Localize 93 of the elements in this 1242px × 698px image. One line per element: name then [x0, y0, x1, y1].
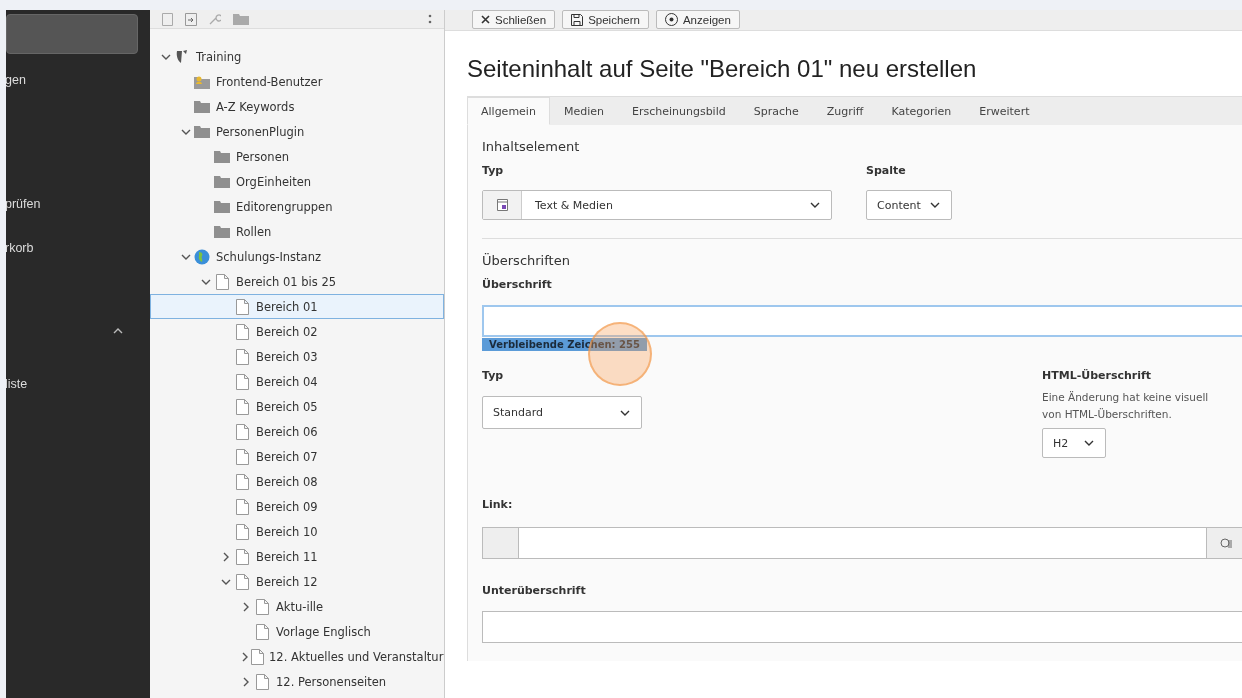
field-label: Typ	[482, 369, 505, 382]
tree-item[interactable]: Bereich 03	[150, 344, 444, 369]
tree-item[interactable]: Bereich 08	[150, 469, 444, 494]
page-icon	[255, 623, 269, 640]
user-folder-icon	[194, 74, 210, 89]
section-heading: Inhaltselement	[482, 139, 581, 154]
tree-item[interactable]: Bereich 09	[150, 494, 444, 519]
page-icon	[235, 473, 249, 490]
page-icon	[235, 323, 249, 340]
page-icon	[215, 273, 229, 290]
character-counter: Verbleibende Zeichen: 255	[482, 338, 647, 351]
field-label: Unterüberschrift	[482, 584, 587, 597]
tree-item[interactable]: OrgEinheiten	[150, 169, 444, 194]
tree-item[interactable]: 12. Aktuelles und Veranstaltur	[150, 644, 444, 669]
folder-icon	[194, 100, 210, 113]
page-icon	[235, 448, 249, 465]
page-icon	[235, 548, 249, 565]
tab[interactable]: Sprache	[739, 97, 813, 125]
page-title: Seiteninhalt auf Seite "Bereich 01" neu erstellen	[467, 55, 978, 83]
tree-item[interactable]: Schulungs-Instanz	[150, 244, 444, 269]
tab[interactable]: Erweitert	[965, 97, 1044, 125]
logo-icon	[174, 48, 190, 65]
page-icon	[235, 423, 249, 440]
page-icon	[255, 598, 269, 615]
module-menu-item[interactable]: liste	[6, 377, 150, 391]
module-menu-item[interactable]: prüfen	[6, 197, 150, 211]
link-browser-icon[interactable]	[1219, 537, 1233, 549]
tree-item[interactable]: Bereich 04	[150, 369, 444, 394]
tree-item[interactable]: Frontend-Benutzer	[150, 69, 444, 94]
field-label: Typ	[482, 164, 505, 177]
tree-item[interactable]: Bereich 07	[150, 444, 444, 469]
section-heading: Überschriften	[482, 253, 571, 268]
tree-item[interactable]: Rollen	[150, 219, 444, 244]
folder-icon	[214, 175, 230, 188]
tree-item[interactable]: Bereich 06	[150, 419, 444, 444]
page-icon	[235, 573, 249, 590]
tree-item[interactable]: A-Z Keywords	[150, 94, 444, 119]
tree-item[interactable]: Bereich 02	[150, 319, 444, 344]
page-icon	[235, 298, 249, 315]
field-description: Eine Änderung hat keine visuell von HTML-Überschriften.	[1042, 390, 1210, 422]
folder-icon	[194, 125, 210, 138]
page-import-icon[interactable]	[185, 12, 197, 26]
tree-item[interactable]: Bereich 05	[150, 394, 444, 419]
page-icon	[235, 373, 249, 390]
tab[interactable]: Allgemein	[467, 97, 550, 125]
type-select[interactable]: Text & Medien	[482, 190, 832, 220]
module-menu-item[interactable]: rkorb	[6, 241, 150, 255]
eye-icon	[664, 13, 678, 26]
tree-item[interactable]: 12. Personenseiten	[150, 669, 444, 694]
content-type-icon	[496, 199, 508, 211]
tree-item[interactable]: Aktu-ille	[150, 594, 444, 619]
save-icon	[571, 13, 584, 26]
tab[interactable]: Zugriff	[812, 97, 878, 125]
html-header-select[interactable]: H2	[1042, 428, 1106, 458]
field-label: Spalte	[866, 164, 907, 177]
tree-item[interactable]: Editorengruppen	[150, 194, 444, 219]
page-icon	[235, 523, 249, 540]
tree-item[interactable]: Bereich 10	[150, 519, 444, 544]
toolbar-button[interactable]: Schließen	[472, 10, 556, 29]
tree-item[interactable]: PersonenPlugin	[150, 119, 444, 144]
subheader-input[interactable]	[482, 611, 1242, 643]
more-options-icon[interactable]	[428, 13, 432, 25]
folder-icon	[214, 225, 230, 238]
tab[interactable]: Erscheinungsbild	[617, 97, 740, 125]
folder-icon	[214, 200, 230, 213]
page-icon	[235, 348, 249, 365]
module-menu-item[interactable]: gen	[6, 73, 150, 87]
close-icon	[481, 15, 490, 24]
tree-item[interactable]: Bereich 01 bis 25	[150, 269, 444, 294]
tab[interactable]: Kategorien	[877, 97, 966, 125]
tree-item[interactable]: Bereich 11	[150, 544, 444, 569]
headline-input[interactable]	[482, 305, 1242, 337]
link-field[interactable]	[482, 527, 1242, 559]
column-select[interactable]: Content	[866, 190, 952, 220]
toolbar-button[interactable]: Anzeigen	[655, 10, 740, 29]
tree-item[interactable]: Personen	[150, 144, 444, 169]
tree-item[interactable]: Bereich 01	[150, 294, 444, 319]
field-label: HTML-Überschrift	[1042, 369, 1153, 382]
toolbar-button[interactable]: Speichern	[562, 10, 649, 29]
header-type-select[interactable]: Standard	[482, 396, 642, 429]
field-label: Überschrift	[482, 278, 553, 291]
tree-item[interactable]: Vorlage Englisch	[150, 619, 444, 644]
search-field[interactable]	[6, 14, 138, 54]
field-label: Link:	[482, 498, 514, 511]
page-icon	[255, 673, 269, 690]
page-icon	[251, 648, 264, 665]
tab[interactable]: Medien	[549, 97, 618, 125]
page-icon	[235, 498, 249, 515]
page-icon	[235, 398, 249, 415]
globe-icon	[194, 248, 210, 265]
tree-item[interactable]: Bereich 12	[150, 569, 444, 594]
tree-item[interactable]: Training	[150, 44, 444, 69]
folder-icon	[214, 150, 230, 163]
